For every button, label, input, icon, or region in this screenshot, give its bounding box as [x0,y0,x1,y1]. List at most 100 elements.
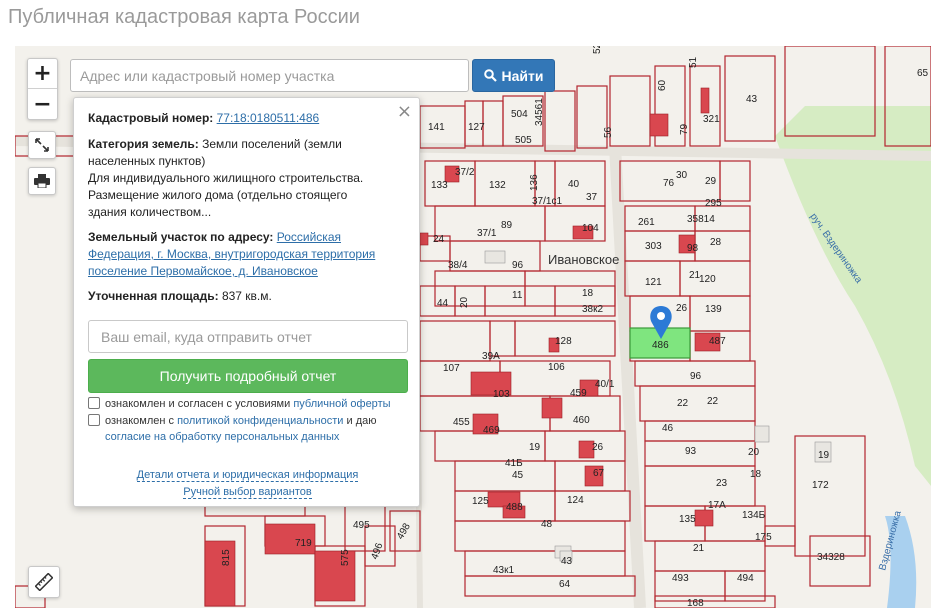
search-icon [483,69,497,82]
plot-info-popup: × Кадастровый номер: 77:18:0180511:486 К… [73,97,420,507]
area-label: Уточненная площадь: [88,289,219,303]
svg-text:295: 295 [705,198,722,209]
svg-text:107: 107 [443,363,460,374]
svg-text:135: 135 [679,514,696,525]
svg-text:28: 28 [710,237,722,248]
ruler-icon [35,573,53,591]
svg-text:134Б: 134Б [742,510,766,521]
cadastral-number-row: Кадастровый номер: 77:18:0180511:486 [88,110,408,127]
place-label: Ивановское [548,252,619,267]
zoom-in-button[interactable]: + [28,59,57,89]
svg-text:34561: 34561 [534,98,545,126]
svg-text:45: 45 [512,470,524,481]
expand-icon [35,138,49,152]
svg-text:321: 321 [703,114,720,125]
svg-text:495: 495 [353,520,370,531]
svg-text:487: 487 [709,336,726,347]
svg-text:719: 719 [295,538,312,549]
svg-text:261: 261 [638,217,655,228]
svg-text:124: 124 [567,495,584,506]
svg-text:168: 168 [687,598,704,608]
svg-text:96: 96 [512,260,524,271]
details-link[interactable]: Детали отчета и юридическая информация [136,469,359,482]
svg-text:76: 76 [663,178,675,189]
svg-text:64: 64 [559,579,571,590]
svg-text:505: 505 [515,135,532,146]
privacy-consent-text: ознакомлен с [105,415,175,427]
svg-text:106: 106 [548,362,565,373]
svg-text:133: 133 [431,180,448,191]
svg-text:41Б: 41Б [505,458,523,469]
svg-text:56: 56 [603,126,614,138]
email-field[interactable] [88,320,408,353]
svg-text:460: 460 [573,415,590,426]
svg-text:455: 455 [453,417,470,428]
svg-text:22: 22 [707,396,719,407]
svg-text:575: 575 [340,549,351,566]
area-row: Уточненная площадь: 837 кв.м. [88,288,388,305]
svg-text:46: 46 [662,423,674,434]
privacy-consent-checkbox[interactable] [88,414,100,426]
svg-text:128: 128 [555,336,572,347]
area-value: 837 кв.м. [221,289,272,303]
svg-text:96: 96 [690,371,702,382]
svg-text:37: 37 [586,192,598,203]
svg-text:98: 98 [687,243,699,254]
svg-text:34328: 34328 [817,552,845,563]
svg-text:17А: 17А [708,500,726,511]
svg-text:44: 44 [437,298,449,309]
search-input[interactable] [70,59,469,92]
cadastral-number-link[interactable]: 77:18:0180511:486 [217,111,320,125]
svg-text:139: 139 [705,304,722,315]
svg-text:24: 24 [433,234,445,245]
svg-text:136: 136 [529,174,540,191]
svg-text:20: 20 [459,296,470,308]
svg-text:496: 496 [369,541,385,561]
get-report-button[interactable]: Получить подробный отчет [88,359,408,393]
svg-text:20: 20 [748,447,760,458]
search-button[interactable]: Найти [472,59,555,92]
svg-text:459: 459 [570,388,587,399]
page-title: Публичная кадастровая карта России [8,6,360,28]
svg-text:43к1: 43к1 [493,565,514,576]
print-button[interactable] [28,167,56,195]
privacy-consent-mid: и даю [346,415,377,427]
svg-text:172: 172 [812,480,829,491]
svg-text:40/1: 40/1 [595,379,615,390]
svg-text:18: 18 [750,469,762,480]
svg-text:48: 48 [541,519,553,530]
svg-text:52: 52 [592,46,603,54]
svg-text:19: 19 [529,442,541,453]
svg-text:127: 127 [468,122,485,133]
svg-text:43: 43 [746,94,758,105]
svg-text:26: 26 [592,442,604,453]
address-row: Земельный участок по адресу: Российская … [88,229,388,280]
public-offer-link[interactable]: публичной оферты [293,398,390,410]
offer-consent-checkbox[interactable] [88,397,100,409]
search-button-label: Найти [501,67,544,84]
ruler-button[interactable] [28,566,60,598]
svg-text:38/4: 38/4 [448,260,468,271]
svg-text:498: 498 [395,521,413,541]
svg-text:23: 23 [716,478,728,489]
svg-text:494: 494 [737,573,754,584]
svg-text:493: 493 [672,573,689,584]
svg-text:51: 51 [688,56,699,68]
data-processing-link[interactable]: согласие на обработку персональных данны… [105,431,339,443]
privacy-consent-row: ознакомлен с политикой конфиденциальност… [88,413,408,445]
manual-selection-link[interactable]: Ручной выбор вариантов [183,486,312,499]
svg-text:37/1: 37/1 [477,228,497,239]
svg-text:11: 11 [512,290,523,301]
svg-text:132: 132 [489,180,506,191]
privacy-policy-link[interactable]: политикой конфиденциальности [177,415,343,427]
fullscreen-button[interactable] [28,131,56,159]
svg-text:43: 43 [561,556,573,567]
svg-text:22: 22 [677,398,689,409]
svg-text:89: 89 [501,220,513,231]
svg-text:60: 60 [657,79,668,91]
printer-icon [34,174,50,188]
zoom-out-button[interactable]: − [28,89,57,119]
svg-text:141: 141 [428,122,445,133]
svg-text:488: 488 [506,502,523,513]
svg-text:21: 21 [693,543,705,554]
